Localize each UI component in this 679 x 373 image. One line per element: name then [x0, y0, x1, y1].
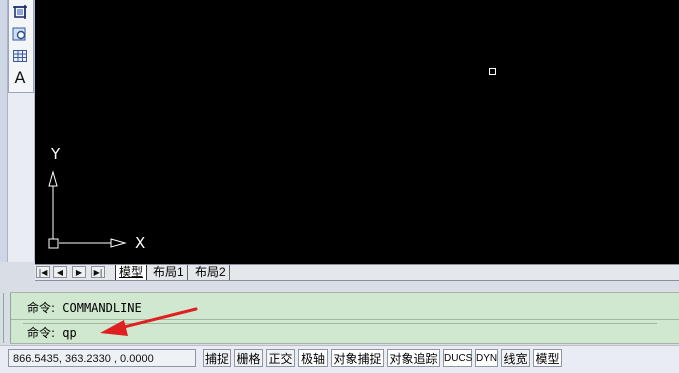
ucs-x-label: X [135, 234, 146, 252]
layout-tab-bar: |◀ ◀ ▶ ▶| 模型 布局1 布局2 [35, 264, 679, 281]
command-prompt-label: 命令: [27, 301, 56, 315]
tab-layout1[interactable]: 布局1 [150, 265, 188, 280]
command-history-line: 命令: COMMANDLINE [27, 299, 142, 316]
next-tab-button[interactable]: ▶ [72, 266, 86, 278]
coordinate-readout[interactable]: 866.5435, 363.2330 , 0.0000 [8, 349, 196, 367]
first-tab-button[interactable]: |◀ [36, 266, 50, 278]
ucs-y-label: Y [51, 145, 61, 163]
tab-model[interactable]: 模型 [115, 265, 148, 280]
status-bar: 866.5435, 363.2330 , 0.0000 捕捉 栅格 正交 极轴 … [0, 345, 679, 373]
command-separator [11, 319, 679, 320]
command-window[interactable]: 命令: COMMANDLINE 命令: qp [3, 292, 679, 344]
command-history-text: COMMANDLINE [62, 301, 142, 315]
toolbar-dock-edge [0, 0, 8, 262]
table-icon[interactable] [10, 46, 30, 66]
lineweight-toggle[interactable]: 线宽 [501, 349, 530, 367]
last-tab-button[interactable]: ▶| [91, 266, 105, 278]
drawing-canvas[interactable]: Y X [35, 0, 679, 264]
prev-tab-button[interactable]: ◀ [53, 266, 67, 278]
ortho-toggle[interactable]: 正交 [266, 349, 295, 367]
osnap-toggle[interactable]: 对象捕捉 [331, 349, 384, 367]
ducs-toggle[interactable]: DUCS [443, 349, 472, 367]
cursor-pickbox [489, 68, 496, 75]
model-space-toggle[interactable]: 模型 [533, 349, 562, 367]
dyn-toggle[interactable]: DYN [475, 349, 498, 367]
snap-toggle[interactable]: 捕捉 [203, 349, 231, 367]
text-icon[interactable]: A [10, 67, 30, 87]
command-input-line[interactable]: 命令: qp [23, 323, 657, 341]
grid-toggle[interactable]: 栅格 [234, 349, 263, 367]
region-crop-icon[interactable] [10, 2, 30, 22]
tab-layout2[interactable]: 布局2 [192, 265, 230, 280]
command-input-text[interactable]: qp [62, 326, 76, 340]
command-window-grip[interactable] [3, 293, 11, 343]
polar-toggle[interactable]: 极轴 [298, 349, 328, 367]
left-toolbar: A [0, 0, 35, 262]
magnify-icon[interactable] [10, 24, 30, 44]
otrack-toggle[interactable]: 对象追踪 [387, 349, 440, 367]
ucs-icon [48, 170, 127, 249]
command-prompt-label: 命令: [27, 326, 56, 340]
